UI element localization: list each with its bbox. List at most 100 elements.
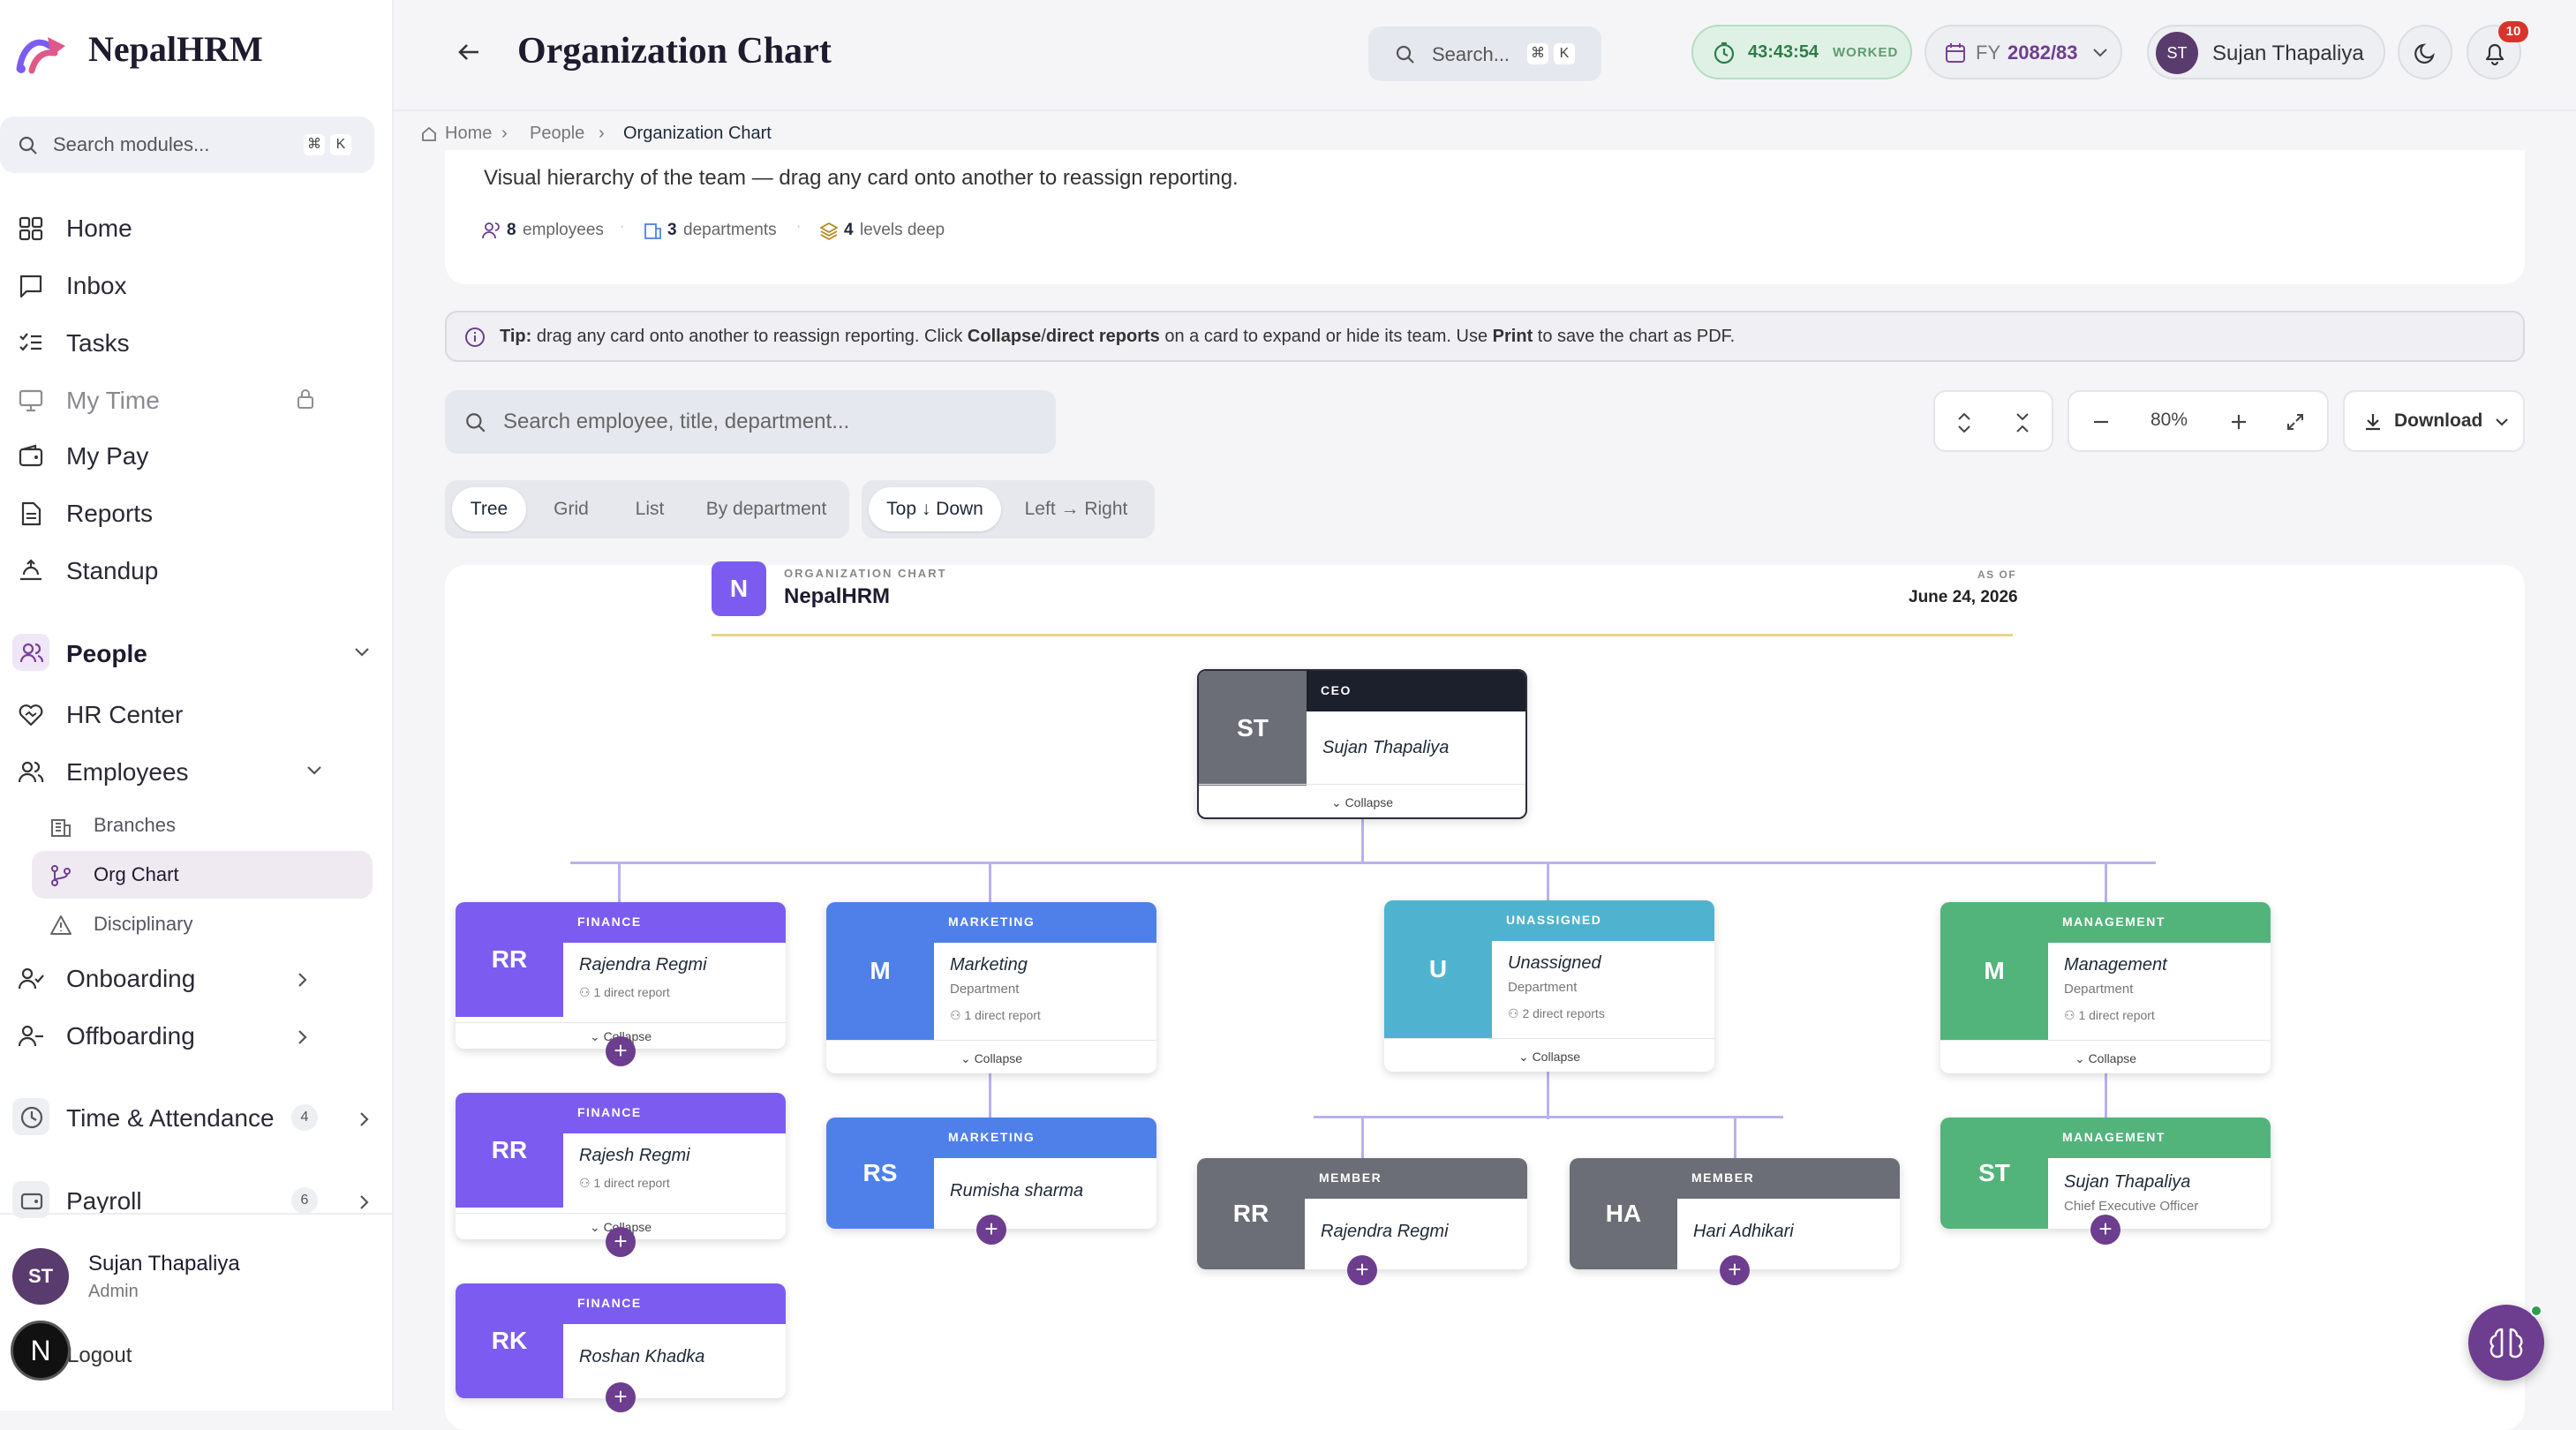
fy-prefix: FY xyxy=(1976,41,2001,64)
next-dev-badge[interactable]: N xyxy=(11,1321,71,1381)
tab-grid[interactable]: Grid xyxy=(533,487,609,531)
brain-icon xyxy=(2488,1324,2525,1361)
chevron-right-icon xyxy=(358,1110,371,1128)
org-card-finance-2[interactable]: RR FINANCE Rajesh Regmi ⚇ 1 direct repor… xyxy=(456,1093,786,1239)
user-menu[interactable]: ST Sujan Thapaliya xyxy=(2147,25,2385,79)
sidebar-item-standup[interactable]: Standup xyxy=(18,546,371,595)
sidebar-item-label: Employees xyxy=(66,758,189,786)
breadcrumb-home[interactable]: Home xyxy=(445,124,492,144)
org-card-marketing[interactable]: M MARKETING Marketing Department ⚇ 1 dir… xyxy=(826,902,1156,1073)
collapse-toggle[interactable]: ⌄ Collapse xyxy=(826,1040,1156,1073)
assistant-button[interactable] xyxy=(2468,1305,2544,1381)
org-card-finance-3[interactable]: RK FINANCE Roshan Khadka xyxy=(456,1283,786,1398)
user-name: Sujan Thapaliya xyxy=(2212,41,2364,65)
fiscal-year-select[interactable]: FY 2082/83 xyxy=(1924,25,2122,79)
sidebar-item-my-pay[interactable]: My Pay xyxy=(18,431,371,480)
tab-left-right[interactable]: Left → Right xyxy=(1005,487,1148,531)
tab-top-down[interactable]: Top ↓ Down xyxy=(869,487,1001,531)
department-label: MANAGEMENT xyxy=(2048,902,2271,943)
zoom-out-icon[interactable] xyxy=(2090,411,2112,433)
direct-reports: ⚇ 1 direct report xyxy=(579,985,670,999)
global-search-input[interactable]: Search... ⌘ K xyxy=(1368,26,1601,81)
sidebar-item-hr-center[interactable]: HR Center xyxy=(18,689,371,739)
expand-all-icon[interactable] xyxy=(1955,411,1974,434)
back-arrow-icon[interactable] xyxy=(456,39,482,65)
employee-name: Rajendra Regmi xyxy=(1321,1222,1449,1241)
add-report-button[interactable]: + xyxy=(606,1382,636,1412)
worked-timer[interactable]: 43:43:54 WORKED xyxy=(1691,25,1912,79)
direct-reports: ⚇ 2 direct reports xyxy=(1508,1006,1605,1020)
department-sub: Department xyxy=(1508,980,1578,995)
sidebar-group-offboarding[interactable]: Offboarding xyxy=(18,1011,309,1060)
sidebar-group-people[interactable]: People xyxy=(12,628,371,678)
sidebar-group-employees[interactable]: Employees xyxy=(18,747,323,796)
org-card-unassigned[interactable]: U UNASSIGNED Unassigned Department ⚇ 2 d… xyxy=(1384,900,1714,1072)
add-report-button[interactable]: + xyxy=(606,1227,636,1257)
tab-tree[interactable]: Tree xyxy=(452,487,526,531)
avatar: ST xyxy=(1940,1118,2048,1229)
add-report-button[interactable]: + xyxy=(2090,1215,2120,1245)
sidebar-group-payroll[interactable]: Payroll 6 xyxy=(12,1176,371,1225)
sidebar-divider xyxy=(0,1213,392,1215)
sidebar-subitem-org-chart[interactable]: Org Chart xyxy=(32,851,373,899)
avatar: RR xyxy=(456,1093,563,1208)
notifications-button[interactable]: 10 xyxy=(2467,21,2528,79)
avatar[interactable]: ST xyxy=(12,1248,69,1305)
direct-reports: ⚇ 1 direct report xyxy=(2064,1008,2155,1022)
sidebar-item-home[interactable]: Home xyxy=(18,203,371,252)
notification-count: 10 xyxy=(2498,21,2528,42)
download-button[interactable]: Download xyxy=(2343,390,2525,452)
breadcrumb-current: Organization Chart xyxy=(623,124,772,143)
employee-name: Roshan Khadka xyxy=(579,1347,705,1366)
org-card-member-2[interactable]: HA MEMBER Hari Adhikari xyxy=(1570,1158,1900,1269)
breadcrumb-people[interactable]: People xyxy=(530,124,584,144)
search-icon xyxy=(1395,44,1416,65)
role-label: CEO xyxy=(1307,671,1525,711)
logout-link[interactable]: Logout xyxy=(67,1343,132,1368)
download-label: Download xyxy=(2394,410,2483,431)
module-search-input[interactable]: Search modules... ⌘ K xyxy=(0,117,374,173)
org-card-ceo[interactable]: ST CEO Sujan Thapaliya ⌄ Collapse xyxy=(1197,669,1527,819)
add-report-button[interactable]: + xyxy=(606,1036,636,1066)
collapse-all-icon[interactable] xyxy=(2013,411,2032,434)
chevron-down-icon xyxy=(2495,418,2509,426)
sidebar-subitem-branches[interactable]: Branches xyxy=(32,802,373,849)
sidebar-item-tasks[interactable]: Tasks xyxy=(18,318,371,367)
org-card-management-1[interactable]: ST MANAGEMENT Sujan Thapaliya Chief Exec… xyxy=(1940,1118,2271,1229)
avatar: RR xyxy=(456,902,563,1017)
add-report-button[interactable]: + xyxy=(976,1215,1006,1245)
chevron-right-icon xyxy=(297,971,309,989)
tab-list[interactable]: List xyxy=(614,487,685,531)
add-report-button[interactable]: + xyxy=(1720,1255,1750,1285)
add-report-button[interactable]: + xyxy=(1347,1255,1377,1285)
tab-by-department[interactable]: By department xyxy=(690,487,842,531)
org-card-finance-1[interactable]: RR FINANCE Rajendra Regmi ⚇ 1 direct rep… xyxy=(456,902,786,1049)
app-logo-icon xyxy=(14,26,69,76)
sidebar-subitem-label: Branches xyxy=(94,814,176,836)
org-card-member-1[interactable]: RR MEMBER Rajendra Regmi xyxy=(1197,1158,1527,1269)
count-badge: 4 xyxy=(291,1104,318,1131)
employee-title: Chief Executive Officer xyxy=(2064,1199,2199,1214)
fullscreen-icon[interactable] xyxy=(2285,411,2306,433)
theme-toggle[interactable] xyxy=(2398,25,2452,79)
collapse-toggle[interactable]: ⌄ Collapse xyxy=(1940,1040,2271,1073)
sidebar-group-onboarding[interactable]: Onboarding xyxy=(18,953,309,1003)
org-card-marketing-1[interactable]: RS MARKETING Rumisha sharma xyxy=(826,1118,1156,1229)
sidebar-group-time-attendance[interactable]: Time & Attendance 4 xyxy=(12,1093,371,1142)
employees-label: employees xyxy=(523,221,604,239)
avatar: ST xyxy=(1199,671,1307,786)
zoom-in-icon[interactable] xyxy=(2228,411,2249,433)
collapse-toggle[interactable]: ⌄ Collapse xyxy=(1384,1038,1714,1072)
zoom-controls: 80% xyxy=(2068,390,2329,452)
sidebar-item-reports[interactable]: Reports xyxy=(18,488,371,538)
sidebar-item-my-time[interactable]: My Time xyxy=(18,375,371,425)
levels-label: levels deep xyxy=(860,221,945,239)
view-tabs: Tree Grid List By department xyxy=(445,480,849,538)
avatar: HA xyxy=(1570,1158,1677,1269)
sidebar-item-inbox[interactable]: Inbox xyxy=(18,260,371,310)
org-card-management[interactable]: M MANAGEMENT Management Department ⚇ 1 d… xyxy=(1940,902,2271,1073)
employee-search-input[interactable]: Search employee, title, department... xyxy=(445,390,1056,454)
sidebar-item-label: My Time xyxy=(66,387,160,414)
sidebar-subitem-disciplinary[interactable]: Disciplinary xyxy=(32,900,373,948)
collapse-toggle[interactable]: ⌄ Collapse xyxy=(1199,784,1525,817)
